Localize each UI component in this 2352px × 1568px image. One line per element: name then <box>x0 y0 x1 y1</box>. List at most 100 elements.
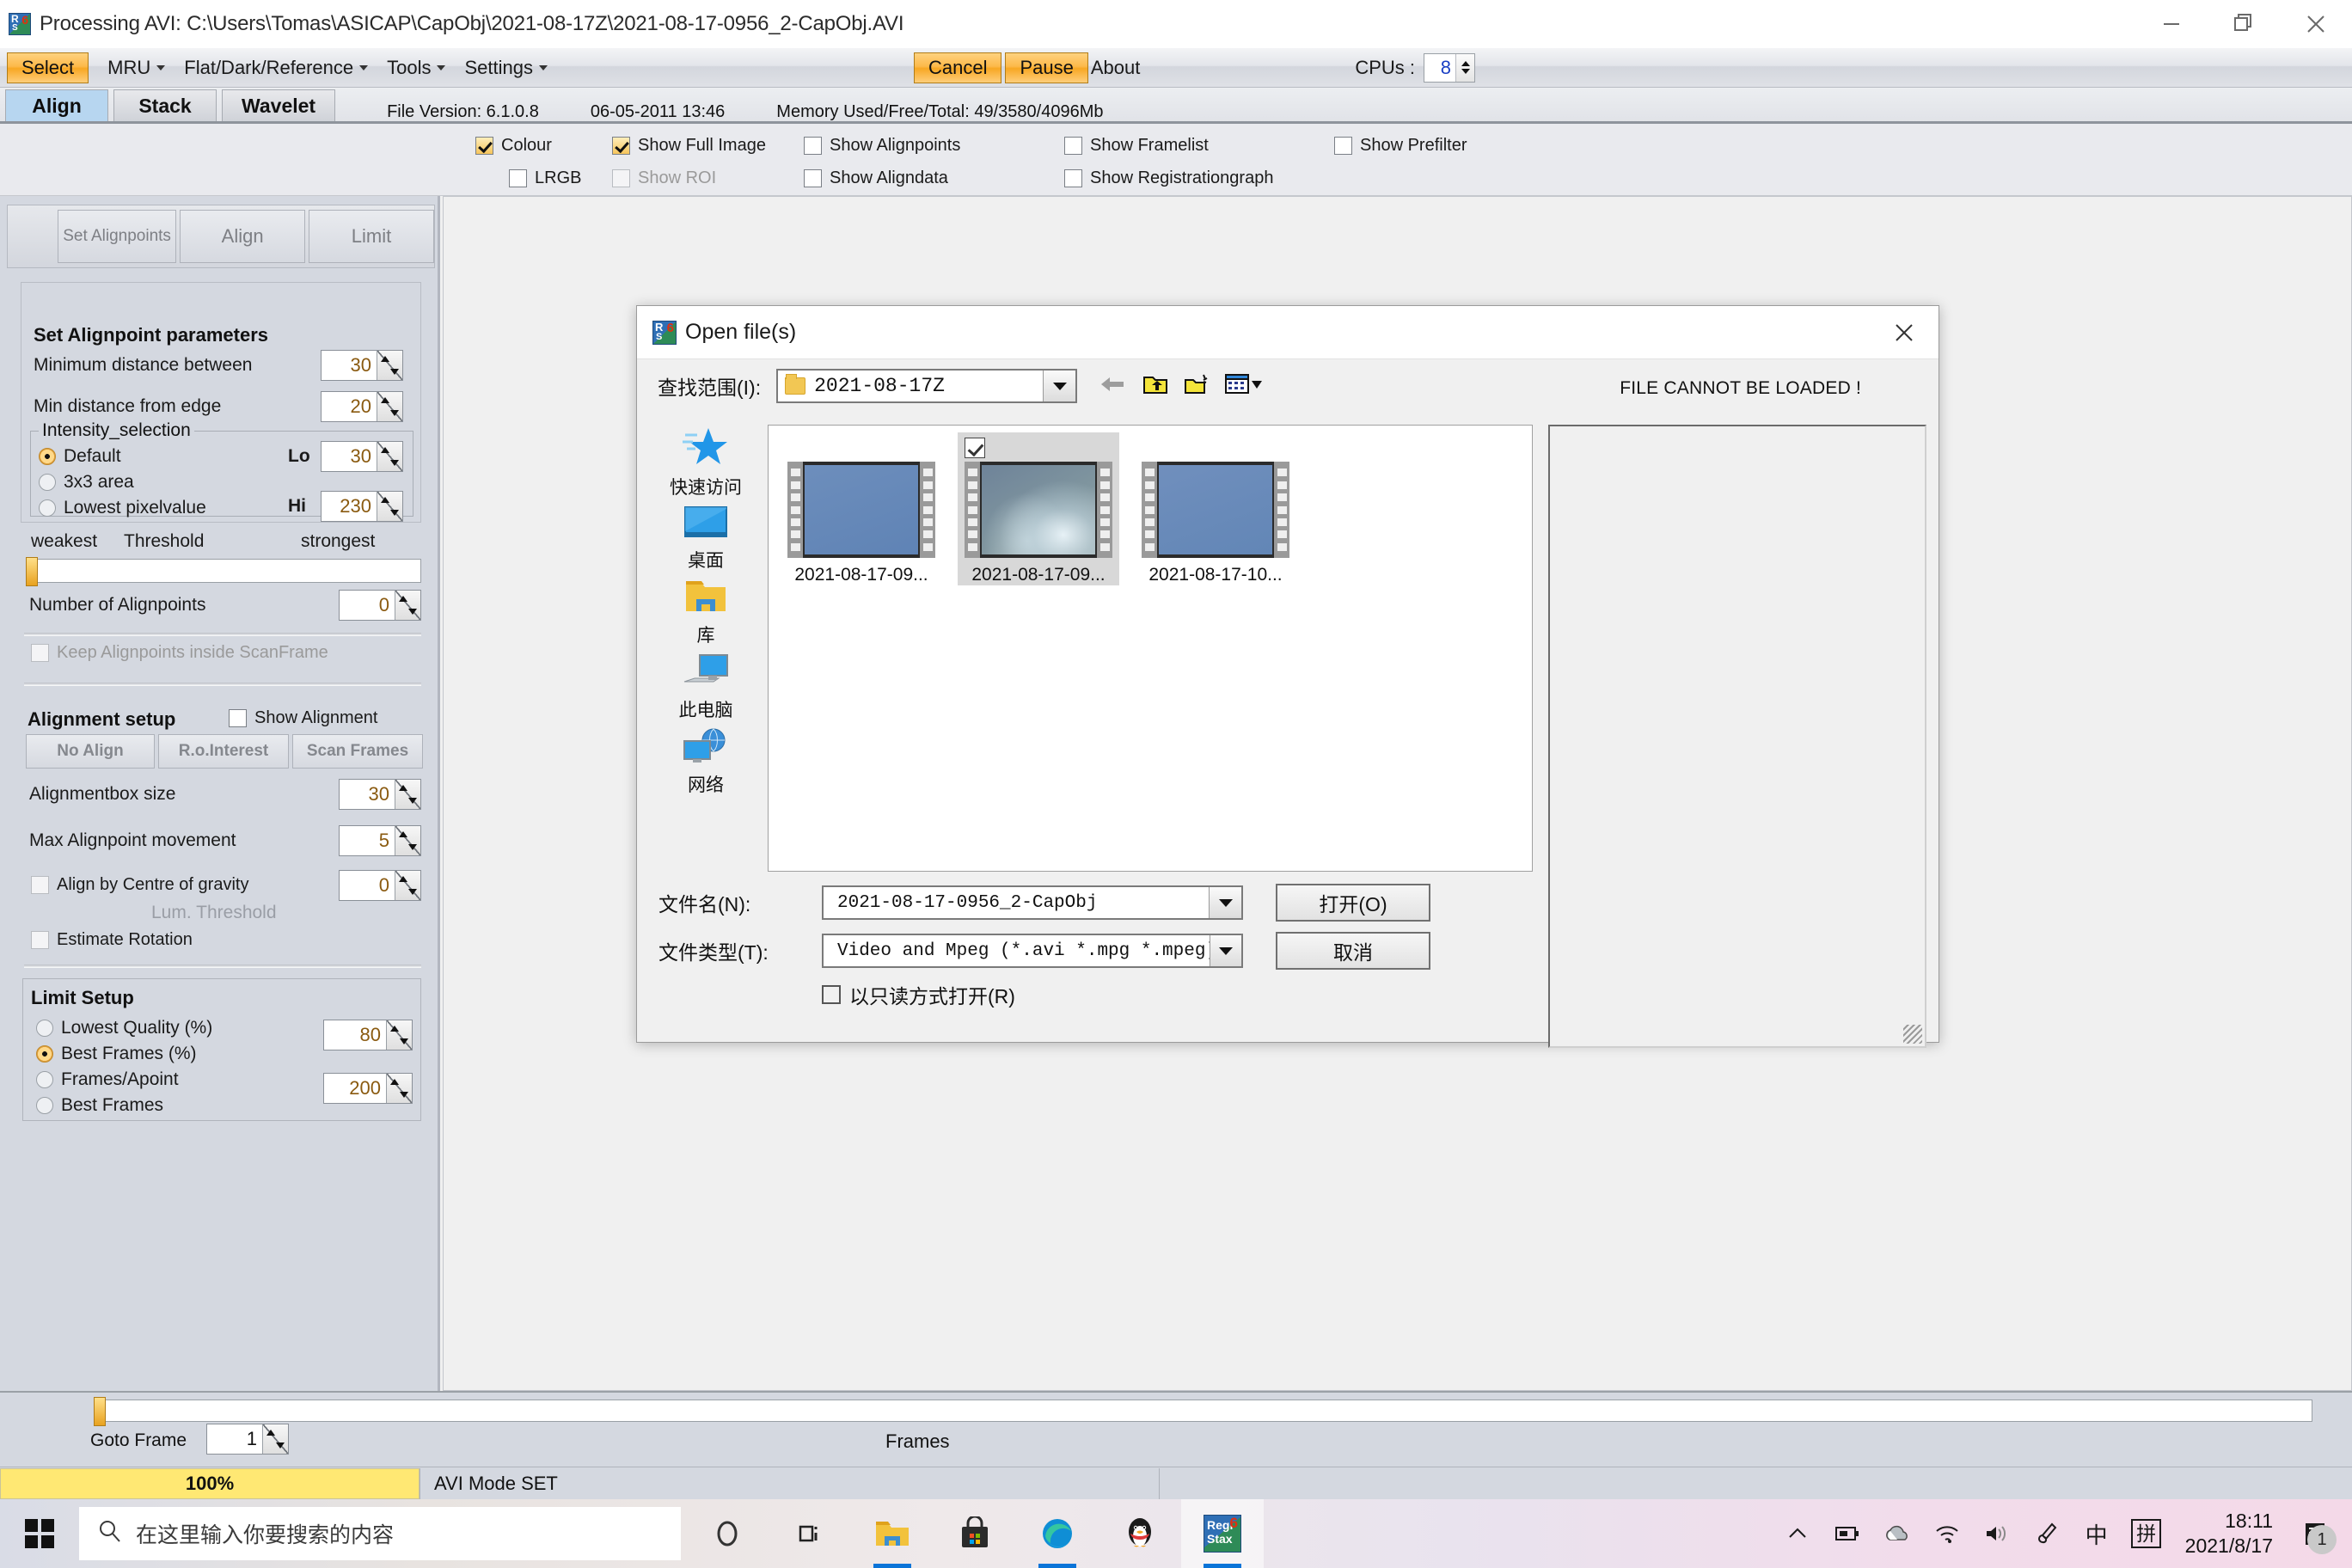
start-button[interactable] <box>0 1499 79 1568</box>
lo-stepper-arrows[interactable] <box>377 442 402 471</box>
alignmentbox-size-stepper[interactable]: 30 <box>339 779 421 810</box>
cancel-button[interactable]: Cancel <box>914 52 1002 83</box>
radio-best-frames-pct[interactable]: Best Frames (%) <box>36 1044 197 1064</box>
number-of-alignpoints-stepper[interactable]: 0 <box>339 590 421 621</box>
checkbox-show-aligndata-box[interactable] <box>804 169 822 187</box>
notification-center-button[interactable]: 1 <box>2287 1499 2343 1568</box>
alignmentbox-size-arrows[interactable] <box>395 780 420 809</box>
volume-icon[interactable] <box>1972 1499 2022 1568</box>
radio-lowest-quality-dot[interactable] <box>36 1020 53 1037</box>
task-view-icon[interactable] <box>769 1499 851 1568</box>
limit-value1-arrows[interactable] <box>386 1020 412 1050</box>
radio-frames-apoint-dot[interactable] <box>36 1071 53 1088</box>
min-distance-edge-arrows[interactable] <box>377 392 402 421</box>
limit-value2-stepper[interactable]: 200 <box>323 1073 413 1104</box>
place-quick-access[interactable]: 快速访问 <box>654 425 757 499</box>
checkbox-show-framelist-box[interactable] <box>1064 137 1082 155</box>
goto-frame-arrows[interactable] <box>262 1424 288 1454</box>
set-alignpoints-button[interactable]: Set Alignpoints <box>58 210 177 263</box>
checkbox-align-centre-gravity-box[interactable] <box>31 876 49 894</box>
checkbox-show-prefilter-box[interactable] <box>1334 137 1352 155</box>
radio-frames-apoint[interactable]: Frames/Apoint <box>36 1069 179 1090</box>
pause-button[interactable]: Pause <box>1005 52 1088 83</box>
threshold-slider[interactable] <box>26 557 421 586</box>
ime-pinyin-icon[interactable]: 拼 <box>2122 1499 2171 1568</box>
cpus-stepper-arrows[interactable] <box>1455 53 1474 82</box>
radio-3x3-area[interactable]: 3x3 area <box>39 472 134 493</box>
radio-lowest-pixelvalue-dot[interactable] <box>39 499 56 517</box>
radio-lowest-quality[interactable]: Lowest Quality (%) <box>36 1018 212 1038</box>
readonly-checkbox[interactable]: 以只读方式打开(R) <box>822 980 1939 1009</box>
lo-stepper[interactable]: 30 <box>321 441 403 472</box>
checkbox-estimate-rotation-box[interactable] <box>31 931 49 949</box>
view-mode-icon[interactable] <box>1225 373 1263 400</box>
no-align-button[interactable]: No Align <box>26 734 155 769</box>
place-libraries[interactable]: 库 <box>654 578 757 647</box>
registax-icon[interactable]: Regi Stax 6 <box>1181 1499 1264 1568</box>
file-checkbox[interactable] <box>965 438 985 458</box>
checkbox-show-full-image[interactable]: Show Full Image <box>612 136 766 156</box>
number-of-alignpoints-arrows[interactable] <box>395 591 420 620</box>
tab-align[interactable]: Align <box>5 89 108 122</box>
microsoft-store-icon[interactable] <box>934 1499 1016 1568</box>
select-button[interactable]: Select <box>7 52 89 83</box>
checkbox-show-aligndata[interactable]: Show Aligndata <box>804 168 948 188</box>
wifi-icon[interactable] <box>1922 1499 1972 1568</box>
close-icon[interactable] <box>2280 0 2352 48</box>
onedrive-icon[interactable] <box>1872 1499 1922 1568</box>
minimize-icon[interactable] <box>2135 0 2208 48</box>
about-button[interactable]: About <box>1091 57 1141 79</box>
look-in-combo[interactable]: 2021-08-17Z <box>776 369 1078 403</box>
back-arrow-icon[interactable] <box>1099 374 1127 399</box>
look-in-combo-arrow[interactable] <box>1043 371 1076 401</box>
max-alignpoint-movement-arrows[interactable] <box>395 826 420 855</box>
radio-lowest-pixelvalue[interactable]: Lowest pixelvalue <box>39 498 206 518</box>
align-button[interactable]: Align <box>180 210 306 263</box>
tab-wavelet[interactable]: Wavelet <box>222 89 336 122</box>
taskbar-clock[interactable]: 18:11 2021/8/17 <box>2171 1509 2287 1559</box>
file-explorer-icon[interactable] <box>851 1499 934 1568</box>
radio-best-frames-pct-dot[interactable] <box>36 1045 53 1063</box>
checkbox-show-alignment[interactable]: Show Alignment <box>229 708 377 728</box>
min-distance-between-stepper[interactable]: 30 <box>321 350 403 381</box>
goto-frame-stepper[interactable]: 1 <box>206 1424 289 1455</box>
menu-item-tools[interactable]: Tools <box>387 57 446 79</box>
menu-item-mru[interactable]: MRU <box>107 57 166 79</box>
file-item[interactable]: 2021-08-17-09... <box>958 432 1119 585</box>
pen-icon[interactable] <box>2022 1499 2072 1568</box>
file-item[interactable]: 2021-08-17-09... <box>781 432 942 585</box>
max-alignpoint-movement-stepper[interactable]: 5 <box>339 825 421 856</box>
file-list[interactable]: 2021-08-17-09... 2021-08-17-09... 2021-0… <box>768 425 1533 872</box>
resize-grip-icon[interactable] <box>1903 1025 1922 1044</box>
checkbox-show-framelist[interactable]: Show Framelist <box>1064 136 1209 156</box>
checkbox-estimate-rotation[interactable]: Estimate Rotation <box>31 930 193 950</box>
show-hidden-icons-icon[interactable] <box>1773 1499 1822 1568</box>
checkbox-show-full-image-box[interactable] <box>612 137 630 155</box>
cancel-button[interactable]: 取消 <box>1276 932 1430 970</box>
frames-slider-thumb[interactable] <box>94 1397 106 1426</box>
taskbar-search-input[interactable]: 在这里输入你要搜索的内容 <box>79 1507 681 1560</box>
open-button[interactable]: 打开(O) <box>1276 884 1430 922</box>
limit-value2-arrows[interactable] <box>386 1074 412 1103</box>
checkbox-show-alignment-box[interactable] <box>229 709 247 727</box>
min-distance-between-arrows[interactable] <box>377 351 402 380</box>
checkbox-colour[interactable]: Colour <box>475 136 552 156</box>
filetype-combo-arrow[interactable] <box>1209 935 1241 966</box>
checkbox-show-alignpoints[interactable]: Show Alignpoints <box>804 136 960 156</box>
menu-item-settings[interactable]: Settings <box>464 57 548 79</box>
checkbox-align-centre-gravity[interactable]: Align by Centre of gravity <box>31 875 248 895</box>
place-network[interactable]: 网络 <box>654 727 757 797</box>
checkbox-show-prefilter[interactable]: Show Prefilter <box>1334 136 1467 156</box>
hi-stepper-arrows[interactable] <box>377 492 402 521</box>
place-desktop[interactable]: 桌面 <box>654 505 757 573</box>
min-distance-edge-stepper[interactable]: 20 <box>321 391 403 422</box>
threshold-slider-thumb[interactable] <box>26 557 38 586</box>
radio-default-dot[interactable] <box>39 448 56 465</box>
checkbox-show-registrationgraph[interactable]: Show Registrationgraph <box>1064 168 1273 188</box>
file-item[interactable]: 2021-08-17-10... <box>1135 432 1296 585</box>
limit-value1-stepper[interactable]: 80 <box>323 1020 413 1050</box>
ime-mode-icon[interactable]: 中 <box>2072 1499 2122 1568</box>
checkbox-show-alignpoints-box[interactable] <box>804 137 822 155</box>
checkbox-colour-box[interactable] <box>475 137 493 155</box>
up-folder-icon[interactable] <box>1142 373 1168 400</box>
